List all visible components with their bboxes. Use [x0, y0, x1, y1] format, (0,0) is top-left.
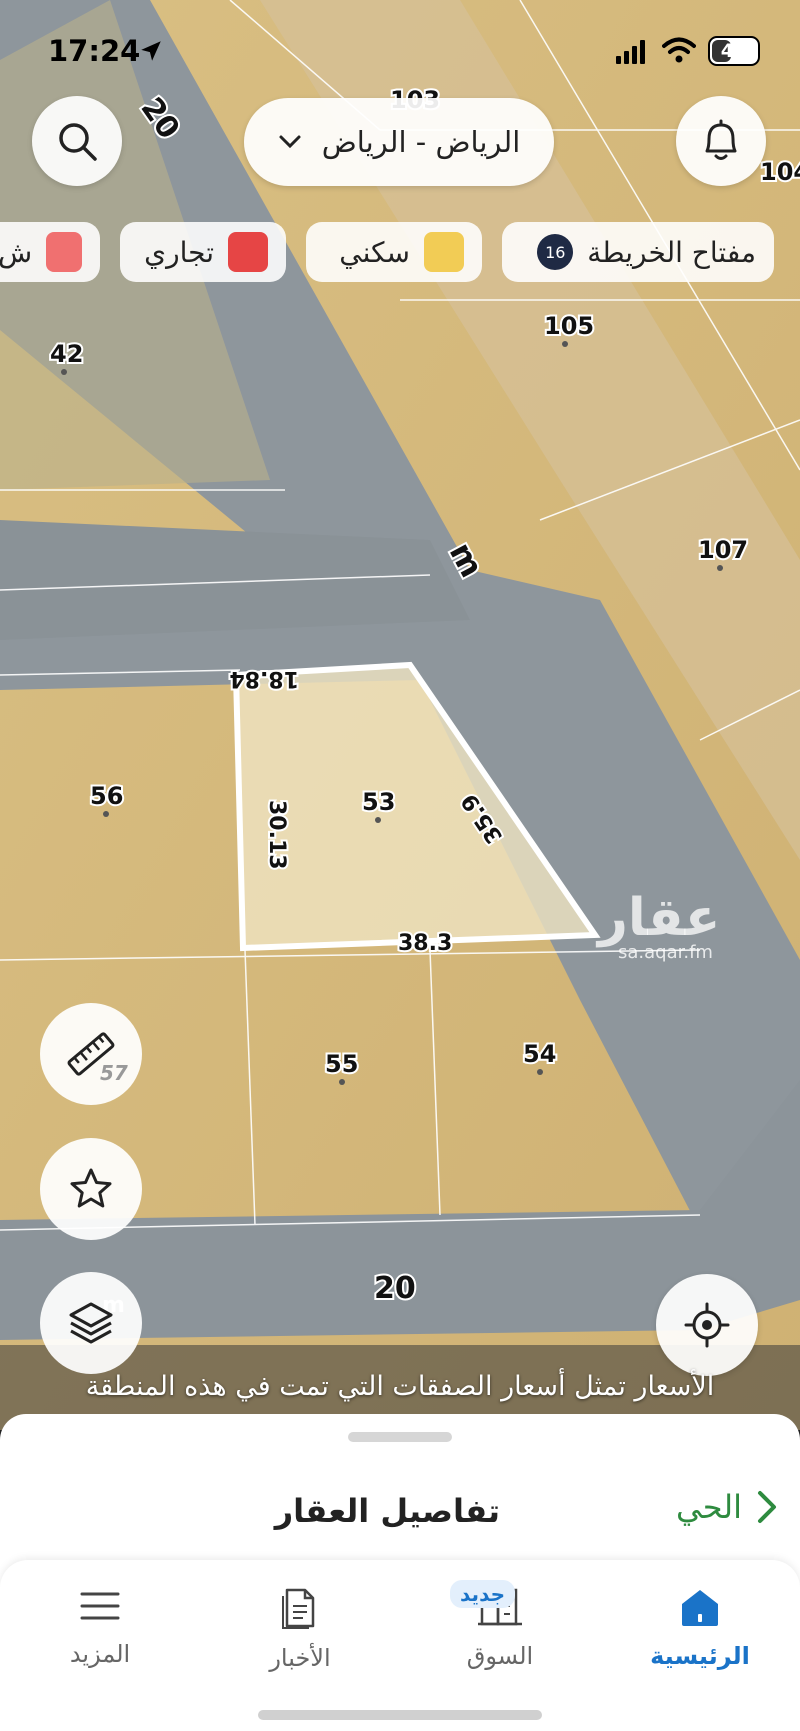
commercial-swatch: [228, 232, 268, 272]
chevron-right-icon: [758, 1491, 776, 1523]
cellular-signal-icon: [616, 40, 645, 64]
favorites-button[interactable]: [40, 1138, 142, 1240]
parcel-number: 42: [50, 340, 83, 368]
legend-commercial[interactable]: تجاري: [120, 222, 286, 282]
search-icon: [59, 123, 97, 161]
location-arrow-icon: [141, 41, 161, 61]
watermark-url: sa.aqar.fm: [618, 942, 713, 963]
tab-label: الرئيسية: [650, 1642, 750, 1670]
news-document-icon: [282, 1588, 315, 1629]
battery-percent: 44: [720, 40, 748, 62]
tab-news[interactable]: الأخبار: [210, 1586, 390, 1696]
sheet-drag-handle[interactable]: [348, 1432, 452, 1442]
city-selector[interactable]: الرياض - الرياض: [244, 98, 554, 186]
chevron-down-icon: [279, 135, 301, 149]
neighborhood-label: الحي: [676, 1488, 742, 1526]
other-swatch: [46, 232, 82, 272]
parcel-number: 54: [523, 1040, 556, 1068]
map-key-count: 16: [537, 234, 574, 270]
ruler-count: 57: [100, 1061, 128, 1085]
legend-residential[interactable]: سكني: [306, 222, 482, 282]
tab-label: الأخبار: [269, 1644, 331, 1672]
tab-home[interactable]: الرئيسية: [610, 1586, 790, 1696]
neighborhood-link[interactable]: الحي: [676, 1488, 778, 1526]
layers-icon: [69, 1302, 113, 1344]
wifi-icon: [662, 37, 696, 63]
battery-indicator: 44: [708, 36, 760, 66]
sheet-title: تفاصيل العقار: [274, 1492, 500, 1530]
legend-label: تجاري: [144, 235, 214, 269]
watermark-logo: عقار: [595, 888, 720, 948]
dimension-left: 30.13: [264, 800, 289, 870]
status-bar: 17:24 44: [0, 0, 800, 100]
tab-label: المزيد: [69, 1640, 131, 1668]
app-screen: 20 m 20 103 104 105 42 107 56 53 55 54 1…: [0, 0, 800, 1731]
parcel-number: 104: [760, 158, 800, 186]
price-notice-text: الأسعار تمثل أسعار الصفقات التي تمت في ه…: [85, 1370, 715, 1402]
tab-label: السوق: [466, 1642, 534, 1670]
measure-button[interactable]: 57: [40, 1003, 142, 1105]
map-key-label: مفتاح الخريطة: [587, 235, 756, 269]
crosshair-icon: [684, 1302, 730, 1348]
city-label: الرياض - الرياض: [321, 125, 521, 159]
legend-label: ش: [0, 235, 33, 269]
parcel-number: 53: [362, 788, 395, 816]
parcel-number: 56: [90, 782, 123, 810]
legend-other[interactable]: ش: [0, 222, 100, 282]
status-time: 17:24: [48, 34, 141, 68]
home-indicator: [258, 1710, 542, 1720]
notifications-button[interactable]: [676, 96, 766, 186]
street-label: 20: [374, 1271, 416, 1306]
search-button[interactable]: [32, 96, 122, 186]
legend-label: سكني: [339, 235, 410, 269]
home-icon: [682, 1590, 718, 1626]
bell-icon: [705, 119, 737, 160]
price-notice: الأسعار تمثل أسعار الصفقات التي تمت في ه…: [0, 1356, 800, 1416]
residential-swatch: [424, 232, 464, 272]
new-badge: جديد: [450, 1580, 516, 1608]
menu-icon: [80, 1592, 120, 1620]
parcel-number: 105: [544, 312, 594, 340]
dimension-bottom: 38.3: [398, 931, 452, 956]
bottom-tab-bar: الرئيسية جديد السوق الأخبار المزيد: [0, 1560, 800, 1731]
star-icon: [70, 1168, 112, 1208]
parcel-number: 107: [698, 536, 748, 564]
tab-market[interactable]: جديد السوق: [410, 1580, 590, 1696]
dimension-top: 18.84: [229, 666, 299, 691]
map-key-button[interactable]: مفتاح الخريطة 16: [502, 222, 774, 282]
parcel-number: 55: [325, 1050, 358, 1078]
tab-more[interactable]: المزيد: [10, 1586, 190, 1696]
